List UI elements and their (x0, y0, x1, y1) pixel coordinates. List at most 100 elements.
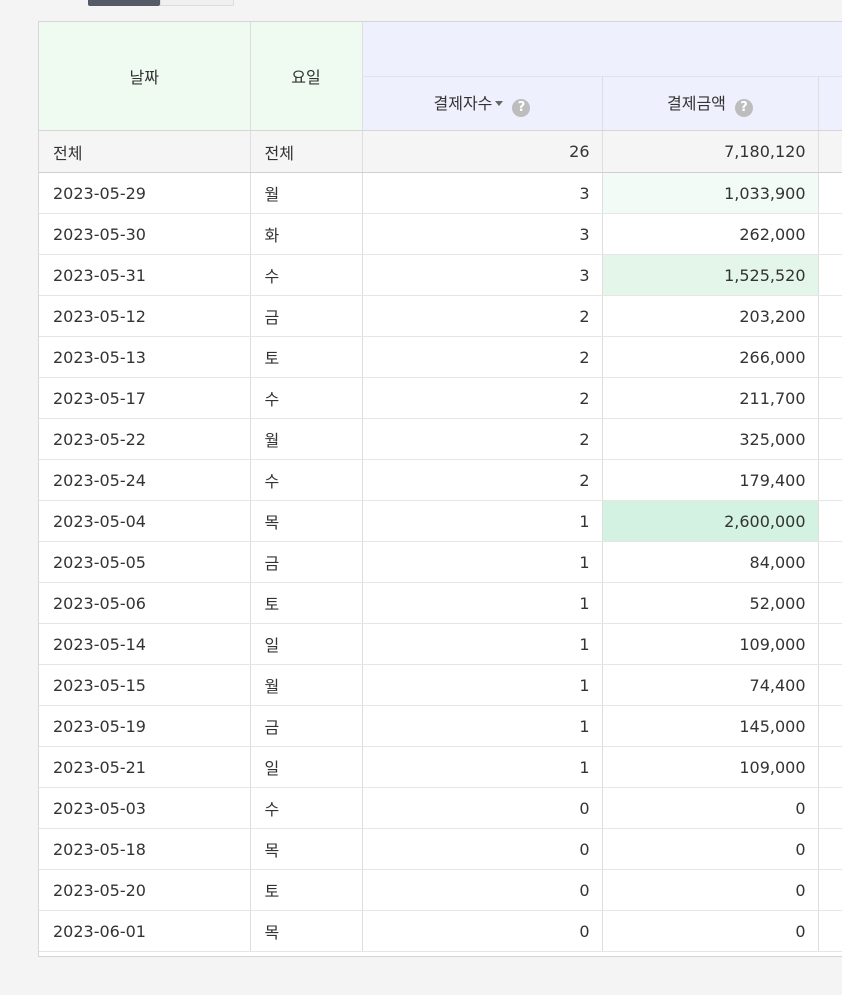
paying-amount-header-label[interactable]: 결제금액 (667, 94, 726, 113)
day-header-label: 요일 (291, 68, 321, 87)
sort-caret-down-icon[interactable] (495, 101, 504, 106)
table-row: 2023-05-14 일 1 109,000 (39, 623, 842, 665)
extra-cell (818, 459, 842, 501)
date-cell: 2023-05-14 (39, 623, 251, 665)
paying-amount-column-header[interactable]: 결제금액 ? (602, 76, 819, 131)
users-cell: 2 (362, 295, 603, 337)
date-cell: 2023-05-29 (39, 172, 251, 214)
extra-cell (818, 705, 842, 747)
date-cell: 2023-05-20 (39, 869, 251, 911)
amount-cell: 84,000 (602, 541, 819, 583)
table-row: 2023-05-20 토 0 0 (39, 869, 842, 911)
amount-cell: 1,033,900 (602, 172, 819, 214)
stats-table-container: 날짜 요일 결제 결제자수 ? 결제금액 ? (38, 21, 842, 957)
extra-cell (818, 623, 842, 665)
date-cell: 2023-05-03 (39, 787, 251, 829)
extra-cell (818, 869, 842, 911)
users-cell: 2 (362, 377, 603, 419)
total-users-cell: 26 (362, 130, 603, 173)
amount-cell: 109,000 (602, 746, 819, 788)
amount-cell: 211,700 (602, 377, 819, 419)
amount-cell: 0 (602, 910, 819, 952)
tab-active[interactable] (88, 0, 160, 6)
day-cell: 금 (250, 295, 363, 337)
amount-cell: 325,000 (602, 418, 819, 460)
users-cell: 1 (362, 623, 603, 665)
date-cell: 2023-05-06 (39, 582, 251, 624)
extra-cell (818, 213, 842, 255)
extra-cell (818, 664, 842, 706)
date-cell: 2023-06-01 (39, 910, 251, 952)
tab-inactive[interactable] (160, 0, 234, 6)
date-cell: 2023-05-31 (39, 254, 251, 296)
users-cell: 2 (362, 459, 603, 501)
table-row: 2023-06-01 목 0 0 (39, 910, 842, 952)
table-row: 2023-05-29 월 3 1,033,900 (39, 172, 842, 214)
table-row: 2023-05-31 수 3 1,525,520 (39, 254, 842, 296)
help-icon[interactable]: ? (512, 99, 531, 117)
date-cell: 2023-05-19 (39, 705, 251, 747)
day-cell: 수 (250, 787, 363, 829)
date-header-label: 날짜 (129, 68, 159, 87)
extra-cell (818, 418, 842, 460)
users-cell: 1 (362, 746, 603, 788)
total-date-cell: 전체 (39, 130, 251, 173)
amount-cell: 74,400 (602, 664, 819, 706)
table-row: 2023-05-17 수 2 211,700 (39, 377, 842, 419)
amount-cell: 262,000 (602, 213, 819, 255)
date-cell: 2023-05-21 (39, 746, 251, 788)
table-row: 2023-05-04 목 1 2,600,000 (39, 500, 842, 542)
users-cell: 0 (362, 869, 603, 911)
day-cell: 수 (250, 254, 363, 296)
table-row: 2023-05-13 토 2 266,000 (39, 336, 842, 378)
day-cell: 수 (250, 459, 363, 501)
users-cell: 1 (362, 541, 603, 583)
users-cell: 1 (362, 500, 603, 542)
table-row: 2023-05-30 화 3 262,000 (39, 213, 842, 255)
day-cell: 일 (250, 623, 363, 665)
paying-users-header-label[interactable]: 결제자수 (434, 94, 493, 113)
date-cell: 2023-05-22 (39, 418, 251, 460)
payment-stats-table: 날짜 요일 결제 결제자수 ? 결제금액 ? (39, 22, 842, 952)
table-row: 2023-05-15 월 1 74,400 (39, 664, 842, 706)
help-icon[interactable]: ? (734, 99, 753, 117)
users-cell: 2 (362, 336, 603, 378)
table-row: 2023-05-21 일 1 109,000 (39, 746, 842, 788)
day-column-header: 요일 (250, 22, 363, 131)
amount-cell: 203,200 (602, 295, 819, 337)
day-cell: 월 (250, 172, 363, 214)
date-cell: 2023-05-30 (39, 213, 251, 255)
users-cell: 1 (362, 664, 603, 706)
table-row: 2023-05-24 수 2 179,400 (39, 459, 842, 501)
table-row: 2023-05-03 수 0 0 (39, 787, 842, 829)
amount-cell: 179,400 (602, 459, 819, 501)
paying-users-column-header[interactable]: 결제자수 ? (362, 76, 603, 131)
date-cell: 2023-05-15 (39, 664, 251, 706)
total-amount-cell: 7,180,120 (602, 130, 819, 173)
table-row: 2023-05-19 금 1 145,000 (39, 705, 842, 747)
total-row: 전체 전체 26 7,180,120 (39, 130, 842, 173)
day-cell: 토 (250, 869, 363, 911)
date-cell: 2023-05-17 (39, 377, 251, 419)
extra-cell (818, 254, 842, 296)
users-cell: 1 (362, 582, 603, 624)
date-cell: 2023-05-12 (39, 295, 251, 337)
extra-cell (818, 336, 842, 378)
table-row: 2023-05-05 금 1 84,000 (39, 541, 842, 583)
total-day-cell: 전체 (250, 130, 363, 173)
extra-cell (818, 582, 842, 624)
amount-cell: 145,000 (602, 705, 819, 747)
day-cell: 목 (250, 910, 363, 952)
day-cell: 목 (250, 828, 363, 870)
amount-cell: 1,525,520 (602, 254, 819, 296)
next-column-header (818, 76, 842, 131)
date-cell: 2023-05-05 (39, 541, 251, 583)
extra-cell (818, 295, 842, 337)
users-cell: 2 (362, 418, 603, 460)
amount-cell: 2,600,000 (602, 500, 819, 542)
extra-cell (818, 910, 842, 952)
amount-cell: 52,000 (602, 582, 819, 624)
day-cell: 금 (250, 541, 363, 583)
users-cell: 3 (362, 172, 603, 214)
users-cell: 3 (362, 213, 603, 255)
